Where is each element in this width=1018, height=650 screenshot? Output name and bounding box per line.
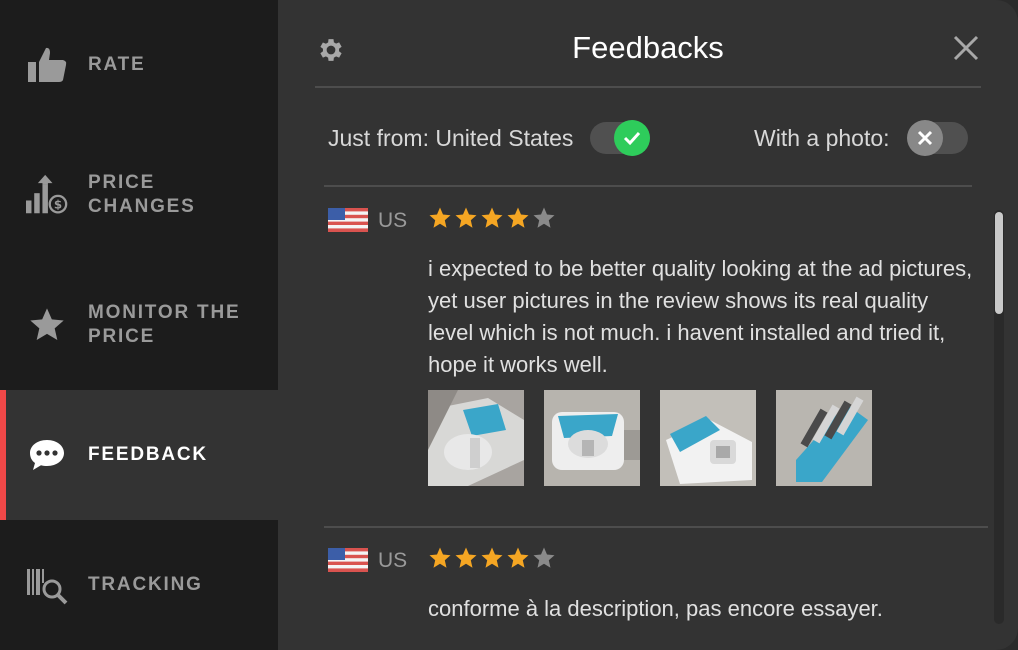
star-filled-icon [507, 547, 529, 568]
us-flag-icon [328, 208, 368, 232]
sidebar-item-price-changes[interactable]: $ PRICE CHANGES [0, 130, 278, 260]
filter-divider [324, 185, 972, 187]
photo-filter-label: With a photo: [754, 125, 890, 151]
star-empty-icon [533, 547, 555, 568]
review-text: i expected to be better quality looking … [428, 256, 973, 377]
star-filled-icon [429, 207, 451, 228]
star-empty-icon [533, 207, 555, 228]
feedback-panel: Feedbacks Just from: United States With … [278, 0, 1018, 650]
scrollbar[interactable] [994, 210, 1004, 624]
star-filled-icon [455, 547, 477, 568]
barcode-search-icon [26, 564, 68, 606]
page-title: Feedbacks [572, 30, 724, 65]
sidebar-item-feedback[interactable]: FEEDBACK [0, 390, 278, 520]
star-filled-icon [455, 207, 477, 228]
review-photo-2[interactable] [544, 390, 640, 486]
star-filled-icon [481, 547, 503, 568]
sidebar-item-label: FEEDBACK [88, 444, 208, 465]
review-text: conforme à la description, pas encore es… [428, 596, 883, 621]
feedback-window: RATE $ PRICE CHANGES MONITOR THE PRICE F… [0, 0, 1018, 650]
active-indicator [0, 390, 6, 520]
photo-filter-toggle[interactable] [907, 120, 968, 156]
sidebar-item-label: RATE [88, 54, 146, 75]
x-icon [917, 130, 933, 146]
review-photo-1[interactable] [428, 390, 524, 486]
star-icon [26, 304, 68, 346]
country-filter-toggle[interactable] [590, 120, 650, 156]
chat-bubble-icon [26, 434, 68, 476]
sidebar-item-monitor-price[interactable]: MONITOR THE PRICE [0, 260, 278, 390]
close-icon[interactable] [952, 34, 980, 62]
scrollbar-thumb[interactable] [995, 212, 1003, 314]
country-filter-label: Just from: United States [328, 125, 574, 151]
sidebar: RATE $ PRICE CHANGES MONITOR THE PRICE F… [0, 0, 278, 650]
star-rating [428, 206, 556, 230]
toggle-knob-off [907, 120, 943, 156]
review-item: US i expected to be better quality looki… [328, 200, 972, 500]
review-photo-3[interactable] [660, 390, 756, 486]
star-filled-icon [507, 207, 529, 228]
toggle-knob-on [614, 120, 650, 156]
star-filled-icon [481, 207, 503, 228]
review-photo-4[interactable] [776, 390, 872, 486]
review-photos [428, 390, 872, 486]
thumbs-up-icon [26, 44, 68, 86]
header-divider [315, 86, 981, 88]
us-flag-icon [328, 548, 368, 572]
svg-text:$: $ [54, 198, 62, 212]
star-filled-icon [429, 547, 451, 568]
star-rating [428, 546, 556, 570]
review-divider [324, 526, 988, 528]
sidebar-item-label: MONITOR THE PRICE [88, 302, 241, 347]
sidebar-item-label: TRACKING [88, 574, 203, 595]
sidebar-item-rate[interactable]: RATE [0, 0, 278, 130]
review-country: US [378, 209, 408, 232]
check-icon [623, 131, 641, 146]
sidebar-item-label: PRICE CHANGES [88, 172, 196, 217]
review-item: US conforme à la description, pas encore… [328, 540, 968, 650]
price-changes-icon: $ [26, 174, 68, 216]
review-country: US [378, 549, 408, 572]
sidebar-item-tracking[interactable]: TRACKING [0, 520, 278, 650]
